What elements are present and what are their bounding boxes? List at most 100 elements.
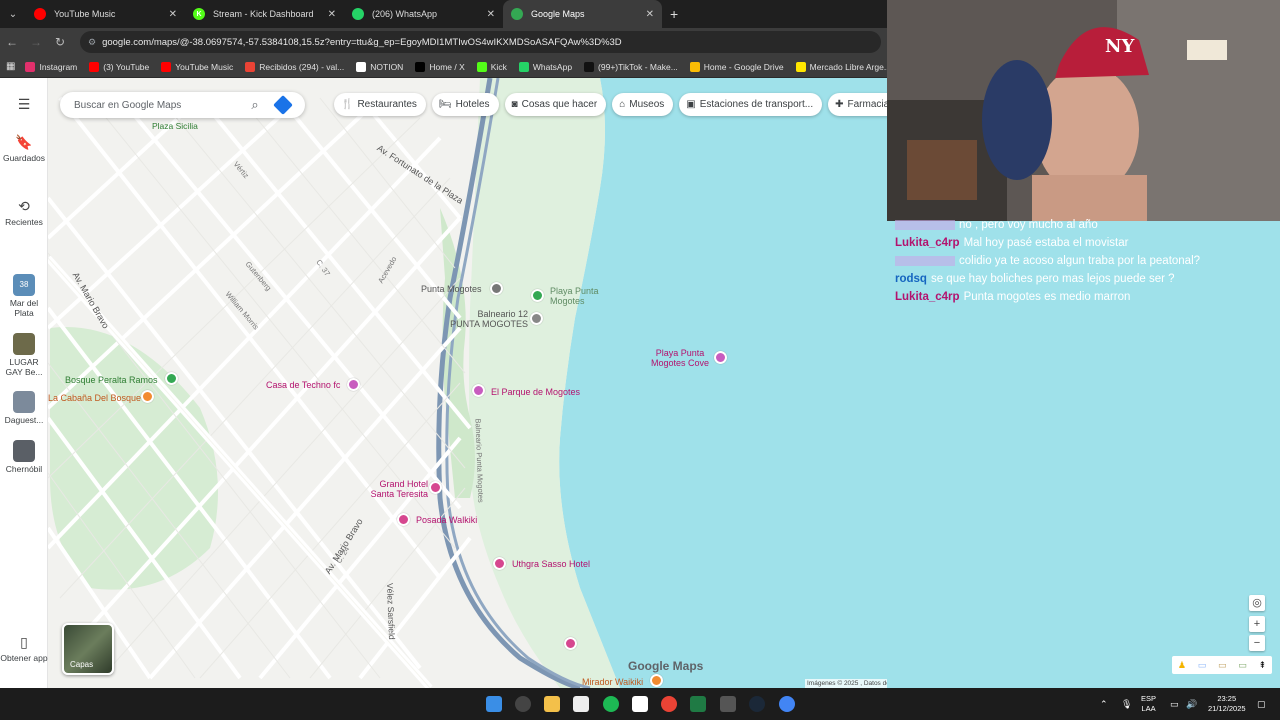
- bookmark-item[interactable]: WhatsApp: [518, 61, 572, 72]
- bookmark-item[interactable]: Instagram: [25, 61, 77, 72]
- mic-icon[interactable]: 🎙: [1121, 699, 1132, 709]
- parque-pin-icon[interactable]: [472, 384, 485, 397]
- recent-place-item[interactable]: Chernóbil: [0, 440, 48, 474]
- search-icon[interactable]: ⌕: [246, 97, 264, 113]
- bookmark-item[interactable]: Mercado Libre Arge...: [795, 61, 891, 72]
- tab-3[interactable]: Google Maps ✕: [503, 0, 662, 28]
- punta-mogotes-label[interactable]: Punta Mogotes: [421, 284, 482, 294]
- cabana-label[interactable]: La Cabaña Del Bosque: [48, 393, 141, 403]
- copilot-icon[interactable]: [515, 696, 531, 712]
- balneario-12-label[interactable]: Balneario 12 PUNTA MOGOTES: [448, 309, 528, 329]
- epic-games-icon[interactable]: [720, 696, 736, 712]
- cove-pin-icon[interactable]: [714, 351, 727, 364]
- bookmark-item[interactable]: YouTube Music: [161, 61, 233, 72]
- balneario-pin-icon[interactable]: [530, 312, 543, 325]
- tab-0[interactable]: YouTube Music ✕: [26, 0, 185, 28]
- chat-username[interactable]: [895, 219, 955, 230]
- tab-close-icon[interactable]: ✕: [328, 9, 336, 20]
- punta-mogotes-pin-icon[interactable]: [490, 282, 503, 295]
- chat-username[interactable]: rodsq: [895, 273, 927, 285]
- chip-1[interactable]: 🛏 Hoteles: [431, 93, 499, 116]
- language-indicator[interactable]: ESP LAA: [1141, 694, 1156, 714]
- directions-icon[interactable]: [273, 95, 293, 115]
- capcut-icon[interactable]: [632, 696, 648, 712]
- zoom-out-button[interactable]: −: [1249, 635, 1265, 651]
- bosque-pin-icon[interactable]: [165, 372, 178, 385]
- posada-label[interactable]: Posada Walkiki: [416, 515, 477, 525]
- recent-place-item[interactable]: 38 Mar del Plata: [0, 274, 48, 318]
- tab-close-icon[interactable]: ✕: [169, 9, 177, 20]
- new-tab-button[interactable]: +: [662, 6, 686, 22]
- parque-label[interactable]: El Parque de Mogotes: [491, 387, 580, 397]
- zoom-in-button[interactable]: +: [1249, 616, 1265, 632]
- recent-button[interactable]: ⟲ Recientes: [0, 198, 48, 227]
- get-app-button[interactable]: ▯ Obtener app: [0, 634, 48, 663]
- spotify-icon[interactable]: [603, 696, 619, 712]
- beach-pin-icon[interactable]: [531, 289, 544, 302]
- saved-button[interactable]: 🔖 Guardados: [0, 134, 48, 163]
- uthgra-pin-icon[interactable]: [493, 557, 506, 570]
- chip-5[interactable]: ✚Farmacias: [828, 93, 887, 116]
- recent-place-item[interactable]: Daguest...: [0, 391, 48, 425]
- chip-3[interactable]: ⌂ Museos: [612, 93, 674, 116]
- tab-close-icon[interactable]: ✕: [646, 9, 654, 20]
- pegman-icon[interactable]: ♟: [1178, 660, 1186, 671]
- map-canvas[interactable]: Plaza Sicilia Punta Mogotes Playa Punta …: [0, 78, 887, 688]
- url-field[interactable]: ⚙ google.com/maps/@-38.0697574,-57.53841…: [80, 31, 881, 53]
- chrome-icon[interactable]: [661, 696, 677, 712]
- playa-punta-mogotes-label[interactable]: Playa Punta Mogotes: [550, 286, 610, 306]
- grand-hotel-label[interactable]: Grand Hotel Santa Teresita: [358, 479, 428, 499]
- layers-button[interactable]: Capas: [62, 623, 114, 675]
- mirador-label[interactable]: Mirador Waikiki: [582, 677, 643, 687]
- bookmark-item[interactable]: Home - Google Drive: [689, 61, 784, 72]
- chat-username[interactable]: Lukita_c4rp: [895, 237, 960, 249]
- street-view-bar[interactable]: ♟ ▭ ▭ ▭ ⇞: [1172, 656, 1272, 674]
- playa-cove-label[interactable]: Playa Punta Mogotes Cove: [650, 348, 710, 368]
- plaza-sicilia-label[interactable]: Plaza Sicilia: [152, 121, 198, 131]
- expand-icon[interactable]: ⇞: [1259, 660, 1267, 671]
- posada-pin-icon[interactable]: [397, 513, 410, 526]
- bookmark-item[interactable]: Home / X: [415, 61, 465, 72]
- mirador-pin-icon[interactable]: [650, 674, 663, 687]
- bookmark-item[interactable]: NOTION: [356, 61, 403, 72]
- site-info-icon[interactable]: ⚙: [88, 37, 96, 48]
- search-input[interactable]: [74, 99, 242, 111]
- techno-pin-icon[interactable]: [347, 378, 360, 391]
- volume-icon[interactable]: 🔊: [1186, 699, 1197, 709]
- imagery-thumb-icon[interactable]: ▭: [1198, 660, 1207, 671]
- menu-button[interactable]: ☰: [0, 96, 48, 115]
- imagery-thumb-icon-3[interactable]: ▭: [1238, 660, 1247, 671]
- excel-icon[interactable]: [690, 696, 706, 712]
- notifications-icon[interactable]: ▢: [1257, 699, 1266, 709]
- hotel-pin-icon[interactable]: [429, 481, 442, 494]
- imagery-thumb-icon-2[interactable]: ▭: [1218, 660, 1227, 671]
- back-button[interactable]: ←: [0, 35, 24, 49]
- uthgra-label[interactable]: Uthgra Sasso Hotel: [512, 559, 590, 569]
- bookmark-item[interactable]: (99+)TikTok - Make...: [584, 61, 678, 72]
- store-icon[interactable]: [573, 696, 589, 712]
- techno-label[interactable]: Casa de Techno fc: [266, 380, 340, 390]
- apps-grid-icon[interactable]: ▦: [6, 61, 15, 72]
- forward-button[interactable]: →: [24, 35, 48, 49]
- steam-icon[interactable]: [749, 696, 765, 712]
- chip-0[interactable]: 🍴 Restaurantes: [334, 93, 426, 116]
- chat-username[interactable]: Lukita_c4rp: [895, 291, 960, 303]
- maps-search-box[interactable]: ⌕: [60, 92, 305, 118]
- tray-overflow-icon[interactable]: ⌃: [1100, 699, 1108, 709]
- bookmark-item[interactable]: Kick: [476, 61, 507, 72]
- start-button-icon[interactable]: [486, 696, 502, 712]
- chat-username[interactable]: [895, 255, 955, 266]
- restaurant-pin-icon[interactable]: [141, 390, 154, 403]
- tab-2[interactable]: (206) WhatsApp ✕: [344, 0, 503, 28]
- tab-close-icon[interactable]: ✕: [487, 9, 495, 20]
- tab-search-chevron-icon[interactable]: ⌄: [0, 0, 26, 28]
- chip-4[interactable]: ▣ Estaciones de transport...: [679, 93, 823, 116]
- clock[interactable]: 23:25 21/12/2025: [1208, 694, 1246, 714]
- network-icon[interactable]: ▭: [1170, 699, 1179, 709]
- bookmark-item[interactable]: Recibidos (294) - val...: [245, 61, 344, 72]
- hotel-pin-icon-2[interactable]: [564, 637, 577, 650]
- tab-1[interactable]: K Stream - Kick Dashboard ✕: [185, 0, 344, 28]
- recent-place-item[interactable]: LUGAR GAY Be...: [0, 333, 48, 377]
- file-explorer-icon[interactable]: [544, 696, 560, 712]
- bosque-label[interactable]: Bosque Peralta Ramos: [65, 375, 158, 385]
